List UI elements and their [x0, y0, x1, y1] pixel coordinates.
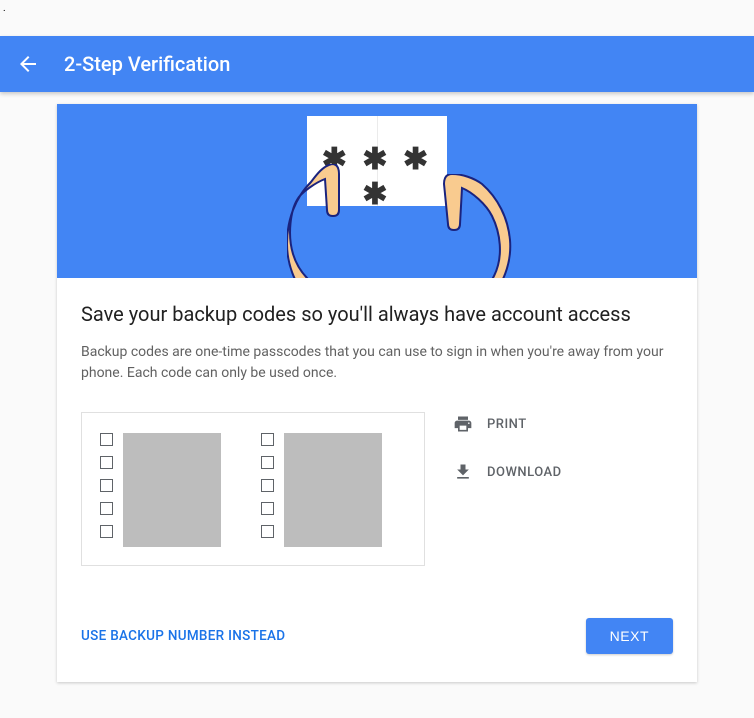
print-label: PRINT	[487, 417, 527, 432]
code-checkbox[interactable]	[100, 479, 113, 492]
backup-codes-box	[81, 412, 425, 566]
card-body: Save your backup codes so you'll always …	[57, 278, 697, 590]
codes-redacted	[284, 433, 382, 547]
use-backup-number-link[interactable]: USE BACKUP NUMBER INSTEAD	[81, 628, 285, 644]
card-footer: USE BACKUP NUMBER INSTEAD NEXT	[57, 618, 697, 682]
next-button[interactable]: NEXT	[586, 618, 673, 654]
print-button[interactable]: PRINT	[453, 414, 562, 434]
codes-redacted	[123, 433, 221, 547]
code-checkbox[interactable]	[100, 525, 113, 538]
code-checkbox[interactable]	[261, 456, 274, 469]
download-icon	[453, 462, 473, 482]
code-checkbox[interactable]	[261, 479, 274, 492]
heading: Save your backup codes so you'll always …	[81, 302, 673, 326]
hand-right-icon	[432, 174, 512, 278]
description: Backup codes are one-time passcodes that…	[81, 342, 673, 384]
download-label: DOWNLOAD	[487, 465, 562, 480]
code-column-right	[261, 433, 382, 547]
code-checkbox[interactable]	[100, 456, 113, 469]
app-bar: 2-Step Verification	[0, 36, 754, 92]
checkbox-column	[261, 433, 274, 547]
checkbox-column	[100, 433, 113, 547]
code-checkbox[interactable]	[100, 433, 113, 446]
actions-column: PRINT DOWNLOAD	[453, 412, 562, 566]
download-button[interactable]: DOWNLOAD	[453, 462, 562, 482]
back-button[interactable]	[16, 52, 40, 76]
hand-left-icon	[287, 164, 377, 278]
arrow-left-icon	[16, 52, 40, 76]
page-title: 2-Step Verification	[64, 52, 230, 76]
hero-illustration: ✱ ✱ ✱ ✱	[57, 104, 697, 278]
code-checkbox[interactable]	[261, 433, 274, 446]
code-column-left	[100, 433, 221, 547]
code-checkbox[interactable]	[100, 502, 113, 515]
stray-dot: .	[3, 3, 6, 14]
print-icon	[453, 414, 473, 434]
code-checkbox[interactable]	[261, 525, 274, 538]
content-row: PRINT DOWNLOAD	[81, 412, 673, 566]
main-card: ✱ ✱ ✱ ✱ Save your backup codes so you'll…	[57, 104, 697, 682]
code-checkbox[interactable]	[261, 502, 274, 515]
